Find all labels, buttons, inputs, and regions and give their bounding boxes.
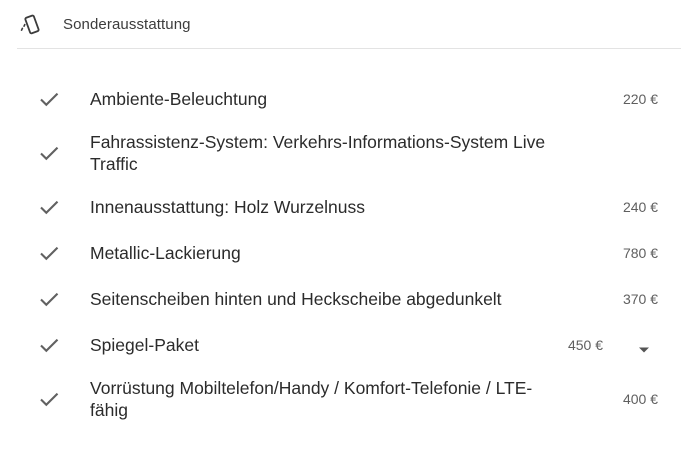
item-label: Fahrassistenz-System: Verkehrs-Informati… xyxy=(90,132,546,174)
item-label: Ambiente-Beleuchtung xyxy=(90,89,268,109)
item-price: 370 € xyxy=(622,291,658,307)
checkmark-icon xyxy=(38,288,60,310)
checkmark-icon xyxy=(38,242,60,264)
item-label: Vorrüstung Mobiltelefon/Handy / Komfort-… xyxy=(90,378,533,420)
item-label: Metallic-Lackierung xyxy=(90,243,241,263)
list-item: Ambiente-Beleuchtung 220 € xyxy=(0,76,681,122)
phone-tilt-icon xyxy=(19,13,43,37)
checkmark-icon xyxy=(38,388,60,410)
item-price: 240 € xyxy=(622,199,658,215)
item-label: Spiegel-Paket xyxy=(90,335,199,355)
list-item: Vorrüstung Mobiltelefon/Handy / Komfort-… xyxy=(0,368,681,430)
item-price: 400 € xyxy=(622,391,658,407)
list-item: Fahrassistenz-System: Verkehrs-Informati… xyxy=(0,122,681,184)
caret-down-icon[interactable] xyxy=(638,341,650,353)
header-divider xyxy=(17,48,681,49)
list-item: Metallic-Lackierung 780 € xyxy=(0,230,681,276)
checkmark-icon xyxy=(38,334,60,356)
section-title: Sonderausstattung xyxy=(63,16,191,33)
item-price: 780 € xyxy=(622,245,658,261)
equipment-list: Ambiente-Beleuchtung 220 € Fahrassistenz… xyxy=(0,76,681,430)
section-header: Sonderausstattung xyxy=(0,0,681,48)
list-item: Innenausstattung: Holz Wurzelnuss 240 € xyxy=(0,184,681,230)
item-label: Innenausstattung: Holz Wurzelnuss xyxy=(90,197,365,217)
checkmark-icon xyxy=(38,142,60,164)
list-item-expandable[interactable]: Spiegel-Paket 450 € xyxy=(0,322,681,368)
checkmark-icon xyxy=(38,88,60,110)
item-label: Seitenscheiben hinten und Heckscheibe ab… xyxy=(90,289,502,309)
item-price: 450 € xyxy=(567,337,603,353)
list-item: Seitenscheiben hinten und Heckscheibe ab… xyxy=(0,276,681,322)
item-price: 220 € xyxy=(622,91,658,107)
checkmark-icon xyxy=(38,196,60,218)
